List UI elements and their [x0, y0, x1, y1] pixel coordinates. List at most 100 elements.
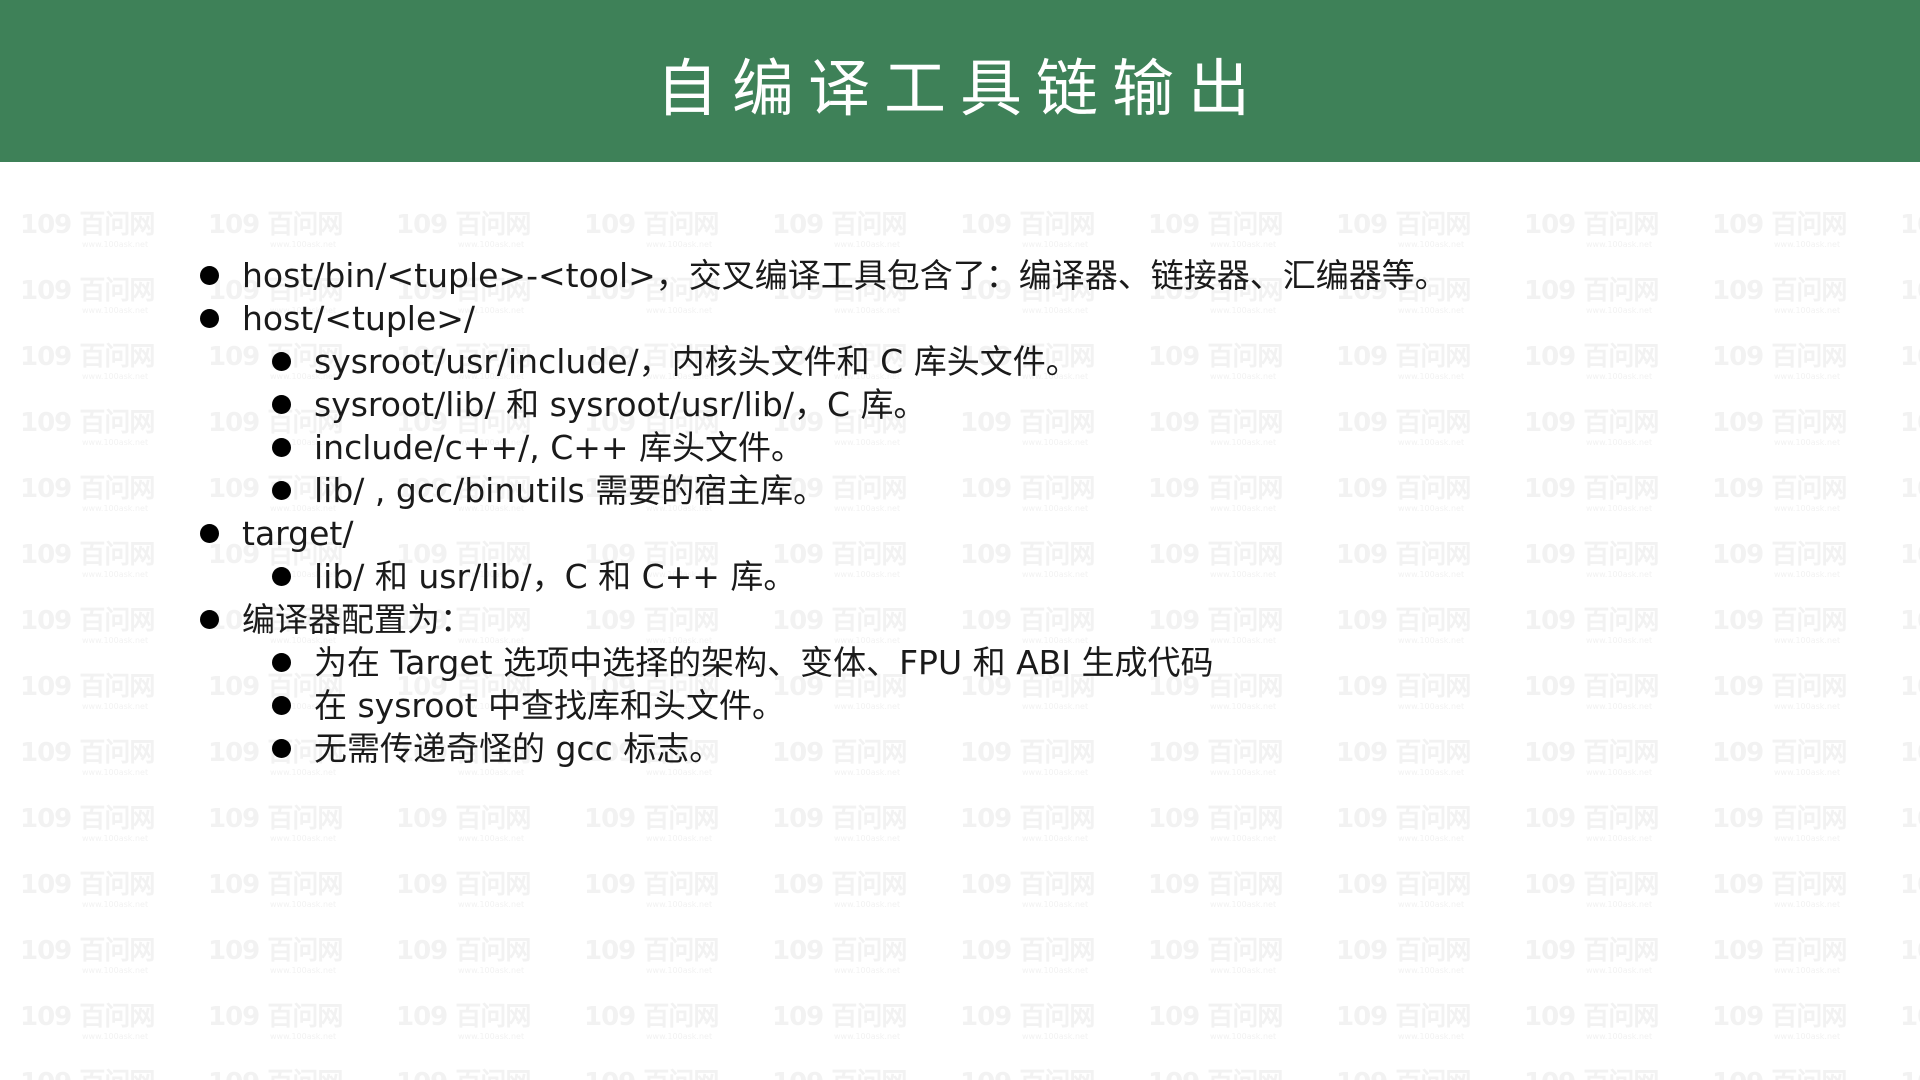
bullet-dot-icon: [200, 266, 219, 285]
watermark-tile: 109 百问网www.100ask.net: [1900, 474, 1920, 520]
slide-title: 自编译工具链输出: [655, 52, 1264, 125]
watermark-logo: 109 百问网: [1524, 936, 1659, 966]
watermark-url: www.100ask.net: [82, 1032, 149, 1041]
watermark-logo: 109 百问网: [1900, 474, 1920, 504]
watermark-logo: 109 百问网: [1336, 804, 1471, 834]
watermark-logo: 109 百问网: [208, 804, 343, 834]
watermark-tile: 109 百问网www.100ask.net: [584, 210, 734, 256]
sub-bullet-text: 在 sysroot 中查找库和头文件。: [314, 686, 786, 725]
watermark-url: www.100ask.net: [1210, 240, 1277, 249]
watermark-url: www.100ask.net: [1022, 900, 1089, 909]
watermark-tile: 109 百问网www.100ask.net: [20, 936, 170, 982]
watermark-tile: 109 百问网www.100ask.net: [1900, 276, 1920, 322]
watermark-url: www.100ask.net: [646, 834, 713, 843]
watermark-url: www.100ask.net: [82, 306, 149, 315]
watermark-logo: 109 百问网: [1900, 1068, 1920, 1080]
watermark-url: www.100ask.net: [834, 240, 901, 249]
watermark-url: www.100ask.net: [1900, 504, 1920, 514]
watermark-tile: 109 百问网www.100ask.net: [20, 1068, 170, 1080]
watermark-tile: 109 百问网www.100ask.net: [396, 1068, 546, 1080]
sub-bullet-text: sysroot/usr/include/，内核头文件和 C 库头文件。: [314, 342, 1079, 381]
bullet-dot-icon: [200, 309, 219, 328]
watermark-url: www.100ask.net: [1900, 768, 1920, 778]
watermark-logo: 109 百问网: [20, 408, 155, 438]
watermark-tile: 109 百问网www.100ask.net: [1712, 804, 1862, 850]
watermark-url: www.100ask.net: [82, 834, 149, 843]
watermark-logo: 109 百问网: [208, 210, 343, 240]
watermark-tile: 109 百问网www.100ask.net: [20, 408, 170, 454]
watermark-url: www.100ask.net: [1774, 1032, 1841, 1041]
watermark-tile: 109 百问网www.100ask.net: [208, 1002, 358, 1048]
watermark-tile: 109 百问网www.100ask.net: [20, 540, 170, 586]
watermark-tile: 109 百问网www.100ask.net: [1900, 342, 1920, 388]
watermark-logo: 109 百问网: [20, 672, 155, 702]
watermark-tile: 109 百问网www.100ask.net: [1336, 1068, 1486, 1080]
watermark-tile: 109 百问网www.100ask.net: [584, 804, 734, 850]
watermark-url: www.100ask.net: [1210, 834, 1277, 843]
watermark-tile: 109 百问网www.100ask.net: [396, 936, 546, 982]
bullet-dot-icon: [272, 395, 291, 414]
watermark-logo: 109 百问网: [1148, 1002, 1283, 1032]
watermark-tile: 109 百问网www.100ask.net: [1900, 672, 1920, 718]
watermark-url: www.100ask.net: [1398, 240, 1465, 249]
watermark-logo: 109 百问网: [584, 936, 719, 966]
watermark-url: www.100ask.net: [834, 1032, 901, 1041]
watermark-url: www.100ask.net: [1900, 966, 1920, 976]
sub-bullet-item: 无需传递奇怪的 gcc 标志。: [198, 727, 1798, 770]
watermark-url: www.100ask.net: [458, 966, 525, 975]
watermark-url: www.100ask.net: [270, 240, 337, 249]
bullet-item: target/ lib/ 和 usr/lib/，C 和 C++ 库。: [198, 512, 1798, 598]
bullet-dot-icon: [200, 524, 219, 543]
bullet-text: host/bin/<tuple>-<tool>，交叉编译工具包含了：编译器、链接…: [242, 256, 1448, 295]
watermark-url: www.100ask.net: [1398, 834, 1465, 843]
watermark-url: www.100ask.net: [1774, 966, 1841, 975]
watermark-logo: 109 百问网: [1524, 1002, 1659, 1032]
watermark-logo: 109 百问网: [20, 1068, 170, 1080]
watermark-logo: 109 百问网: [396, 1068, 546, 1080]
watermark-logo: 109 百问网: [20, 276, 155, 306]
watermark-logo: 109 百问网: [1712, 936, 1847, 966]
watermark-logo: 109 百问网: [584, 870, 719, 900]
watermark-logo: 109 百问网: [1336, 210, 1471, 240]
sub-bullet-text: lib/ , gcc/binutils 需要的宿主库。: [314, 471, 827, 510]
watermark-url: www.100ask.net: [82, 702, 149, 711]
watermark-url: www.100ask.net: [270, 834, 337, 843]
sub-bullet-item: sysroot/usr/include/，内核头文件和 C 库头文件。: [198, 340, 1798, 383]
watermark-tile: 109 百问网www.100ask.net: [1148, 1068, 1298, 1080]
watermark-url: www.100ask.net: [1900, 306, 1920, 316]
watermark-url: www.100ask.net: [82, 438, 149, 447]
watermark-logo: 109 百问网: [396, 804, 531, 834]
watermark-tile: 109 百问网www.100ask.net: [960, 1002, 1110, 1048]
watermark-logo: 109 百问网: [584, 804, 719, 834]
watermark-tile: 109 百问网www.100ask.net: [396, 870, 546, 916]
watermark-tile: 109 百问网www.100ask.net: [960, 936, 1110, 982]
watermark-url: www.100ask.net: [1900, 900, 1920, 910]
watermark-tile: 109 百问网www.100ask.net: [1148, 804, 1298, 850]
watermark-tile: 109 百问网www.100ask.net: [1712, 1068, 1862, 1080]
watermark-logo: 109 百问网: [1524, 870, 1659, 900]
watermark-url: www.100ask.net: [1022, 1032, 1089, 1041]
watermark-tile: 109 百问网www.100ask.net: [960, 804, 1110, 850]
bullet-dot-icon: [272, 567, 291, 586]
watermark-url: www.100ask.net: [1900, 702, 1920, 712]
watermark-tile: 109 百问网www.100ask.net: [960, 870, 1110, 916]
watermark-logo: 109 百问网: [20, 210, 155, 240]
bullet-dot-icon: [272, 696, 291, 715]
watermark-tile: 109 百问网www.100ask.net: [1712, 936, 1862, 982]
watermark-tile: 109 百问网www.100ask.net: [1900, 210, 1920, 256]
watermark-tile: 109 百问网www.100ask.net: [1148, 936, 1298, 982]
bullet-text: host/<tuple>/: [242, 299, 476, 338]
watermark-tile: 109 百问网www.100ask.net: [1336, 210, 1486, 256]
watermark-url: www.100ask.net: [82, 570, 149, 579]
watermark-tile: 109 百问网www.100ask.net: [20, 606, 170, 652]
sub-bullet-text: lib/ 和 usr/lib/，C 和 C++ 库。: [314, 557, 797, 596]
watermark-tile: 109 百问网www.100ask.net: [208, 870, 358, 916]
watermark-url: www.100ask.net: [1900, 636, 1920, 646]
watermark-logo: 109 百问网: [584, 1068, 734, 1080]
watermark-logo: 109 百问网: [772, 804, 907, 834]
watermark-url: www.100ask.net: [1210, 966, 1277, 975]
watermark-tile: 109 百问网www.100ask.net: [1712, 1002, 1862, 1048]
watermark-logo: 109 百问网: [396, 210, 531, 240]
watermark-logo: 109 百问网: [1712, 870, 1847, 900]
watermark-logo: 109 百问网: [396, 870, 531, 900]
